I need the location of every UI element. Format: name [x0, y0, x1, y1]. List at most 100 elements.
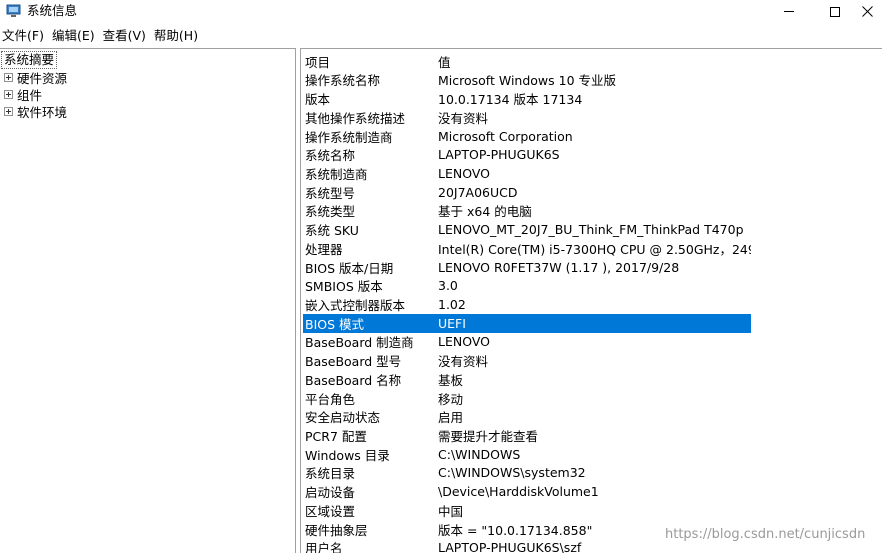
expand-icon[interactable] — [4, 73, 13, 82]
table-row[interactable]: 系统制造商 LENOVO — [303, 164, 751, 183]
column-header-value[interactable]: 值 — [436, 52, 751, 71]
item-cell: 系统名称 — [305, 148, 356, 164]
item-cell: 系统类型 — [305, 204, 356, 220]
value-cell: LENOVO_MT_20J7_BU_Think_FM_ThinkPad T470… — [438, 222, 744, 238]
item-cell: 处理器 — [305, 241, 343, 257]
value-cell: LAPTOP-PHUGUK6S\szf — [438, 540, 582, 553]
tree-item-hardware-resources[interactable]: 硬件资源 — [4, 69, 67, 86]
value-cell: LENOVO R0FET37W (1.17 ), 2017/9/28 — [438, 259, 680, 275]
value-cell: 启用 — [438, 410, 464, 426]
expand-icon[interactable] — [4, 107, 13, 116]
value-cell: UEFI — [438, 315, 466, 331]
table-row[interactable]: BIOS 版本/日期 LENOVO R0FET37W (1.17 ), 2017/… — [303, 258, 751, 277]
value-cell: 基于 x64 的电脑 — [438, 204, 532, 220]
tree-item-components[interactable]: 组件 — [4, 86, 42, 103]
table-row[interactable]: PCR7 配置 需要提升才能查看 — [303, 426, 751, 445]
column-header-item[interactable]: 项目 — [303, 52, 436, 71]
table-row[interactable]: BIOS 模式 UEFI — [303, 313, 751, 333]
item-cell: 操作系统名称 — [305, 73, 381, 89]
watermark: https://blog.csdn.net/cunjicsdn — [665, 527, 866, 542]
table-row[interactable]: 安全启动状态 启用 — [303, 407, 751, 426]
minimize-icon — [784, 11, 794, 12]
table-row[interactable]: 平台角色 移动 — [303, 389, 751, 408]
value-cell: LENOVO — [438, 334, 491, 350]
value-cell: 没有资料 — [438, 354, 489, 370]
table-row[interactable]: 处理器 Intel(R) Core(TM) i5-7300HQ CPU @ 2.5… — [303, 239, 751, 258]
value-cell: 1.02 — [438, 296, 466, 312]
item-cell: 系统制造商 — [305, 166, 368, 182]
item-cell: 嵌入式控制器版本 — [305, 297, 406, 313]
value-cell: 中国 — [438, 503, 464, 519]
table-row[interactable]: 操作系统制造商 Microsoft Corporation — [303, 127, 751, 146]
item-cell: 用户名 — [305, 541, 343, 553]
category-tree: 系统摘要 硬件资源 组件 软件环境 — [0, 48, 296, 553]
item-cell: BaseBoard 制造商 — [305, 335, 414, 351]
item-cell: 区域设置 — [305, 503, 356, 519]
minimize-button[interactable] — [766, 0, 812, 23]
value-cell: \Device\HarddiskVolume1 — [438, 484, 599, 500]
menu-bar: 文件(F) 编辑(E) 查看(V) 帮助(H) — [0, 26, 204, 45]
table-row[interactable]: 系统类型 基于 x64 的电脑 — [303, 202, 751, 221]
item-cell: BIOS 模式 — [305, 316, 365, 332]
table-row[interactable]: BaseBoard 制造商 LENOVO — [303, 333, 751, 352]
item-cell: 平台角色 — [305, 391, 356, 407]
item-cell: 硬件抽象层 — [305, 522, 368, 538]
details-list[interactable]: 项目 值 操作系统名称 Microsoft Windows 10 专业版版本 10.… — [300, 48, 882, 553]
table-row[interactable]: 系统目录 C:\WINDOWS\system32 — [303, 464, 751, 483]
value-cell: LENOVO — [438, 165, 491, 181]
value-cell: Microsoft Windows 10 专业版 — [438, 73, 617, 89]
item-cell: 版本 — [305, 92, 331, 108]
item-cell: BaseBoard 型号 — [305, 354, 402, 370]
table-row[interactable]: 系统型号 20J7A06UCD — [303, 183, 751, 202]
value-cell: 10.0.17134 版本 17134 — [438, 92, 583, 108]
close-icon — [861, 6, 873, 17]
table-row[interactable]: 系统 SKU LENOVO_MT_20J7_BU_Think_FM_ThinkPa… — [303, 220, 751, 239]
item-cell: BaseBoard 名称 — [305, 372, 402, 388]
item-cell: 系统型号 — [305, 185, 356, 201]
value-cell: 3.0 — [438, 278, 458, 294]
system-info-icon — [6, 4, 21, 17]
table-row[interactable]: BaseBoard 名称 基板 — [303, 370, 751, 389]
expand-icon[interactable] — [4, 90, 13, 99]
table-row[interactable]: Windows 目录 C:\WINDOWS — [303, 445, 751, 464]
item-cell: SMBIOS 版本 — [305, 279, 383, 295]
value-cell: 需要提升才能查看 — [438, 429, 539, 445]
table-row[interactable]: 区域设置 中国 — [303, 501, 751, 520]
table-row[interactable]: 启动设备 \Device\HarddiskVolume1 — [303, 482, 751, 501]
value-cell: LAPTOP-PHUGUK6S — [438, 147, 560, 163]
item-cell: 启动设备 — [305, 485, 356, 501]
column-header-row: 项目 值 — [303, 52, 751, 71]
table-row[interactable]: SMBIOS 版本 3.0 — [303, 276, 751, 295]
item-cell: 其他操作系统描述 — [305, 110, 406, 126]
table-row[interactable]: 版本 10.0.17134 版本 17134 — [303, 89, 751, 108]
value-cell: 基板 — [438, 372, 464, 388]
table-row[interactable]: 嵌入式控制器版本 1.02 — [303, 295, 751, 314]
maximize-icon — [830, 6, 840, 17]
menu-edit[interactable]: 编辑(E) — [50, 26, 97, 45]
item-cell: Windows 目录 — [305, 447, 390, 463]
value-cell: C:\WINDOWS — [438, 446, 521, 462]
value-cell: 20J7A06UCD — [438, 184, 518, 200]
table-row[interactable]: 系统名称 LAPTOP-PHUGUK6S — [303, 145, 751, 164]
table-row[interactable]: BaseBoard 型号 没有资料 — [303, 351, 751, 370]
item-cell: 安全启动状态 — [305, 410, 381, 426]
item-cell: PCR7 配置 — [305, 429, 367, 445]
menu-file[interactable]: 文件(F) — [0, 26, 46, 45]
value-cell: Intel(R) Core(TM) i5-7300HQ CPU @ 2.50GH… — [438, 241, 751, 257]
menu-view[interactable]: 查看(V) — [101, 26, 148, 45]
close-button[interactable] — [852, 0, 882, 23]
value-cell: 没有资料 — [438, 110, 489, 126]
item-cell: BIOS 版本/日期 — [305, 260, 394, 276]
menu-help[interactable]: 帮助(H) — [152, 26, 200, 45]
table-row[interactable]: 其他操作系统描述 没有资料 — [303, 108, 751, 127]
item-cell: 系统目录 — [305, 466, 356, 482]
value-cell: 移动 — [438, 391, 464, 407]
table-row[interactable]: 操作系统名称 Microsoft Windows 10 专业版 — [303, 71, 751, 90]
item-cell: 操作系统制造商 — [305, 129, 393, 145]
tree-item-system-summary[interactable]: 系统摘要 — [1, 51, 58, 69]
tree-item-software-environment[interactable]: 软件环境 — [4, 103, 67, 120]
value-cell: Microsoft Corporation — [438, 128, 573, 144]
title-bar: 系统信息 — [0, 0, 882, 23]
tree-item-label: 软件环境 — [17, 105, 68, 120]
item-cell: 系统 SKU — [305, 223, 359, 239]
